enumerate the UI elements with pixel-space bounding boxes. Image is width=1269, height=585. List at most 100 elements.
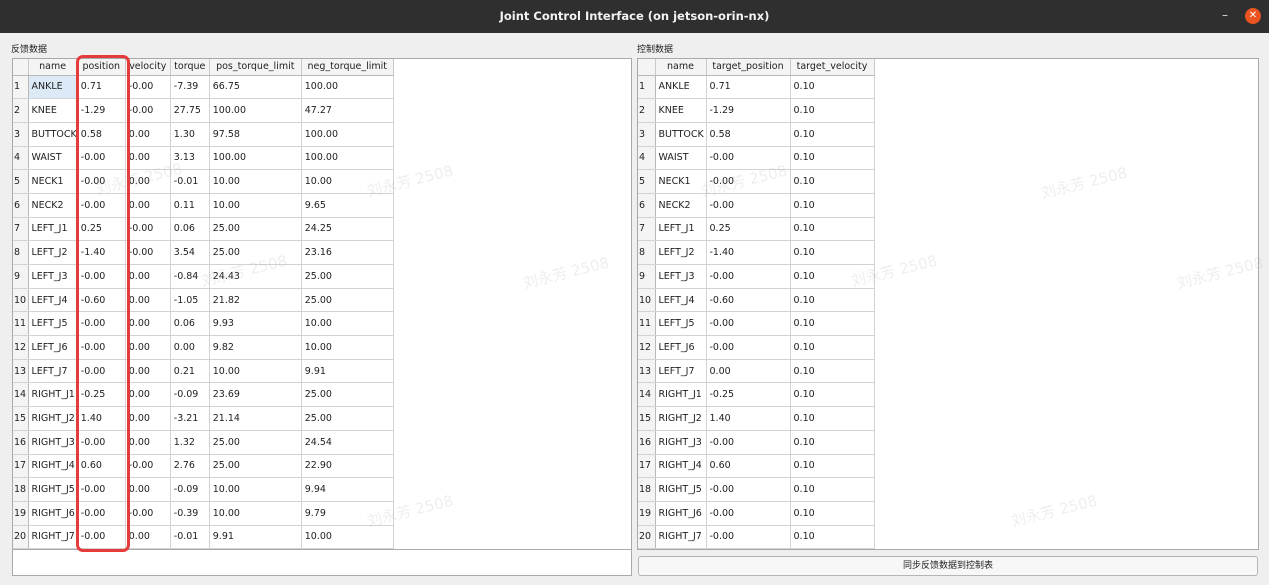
table-row[interactable]: 20 RIGHT_J7 -0.00 0.10 bbox=[638, 525, 875, 549]
table-corner[interactable] bbox=[638, 59, 656, 76]
feedback-cell-name[interactable]: BUTTOCK bbox=[28, 122, 78, 147]
feedback-cell-torque[interactable]: 1.30 bbox=[170, 122, 210, 147]
table-row[interactable]: 5 NECK1 -0.00 0.00 -0.01 10.00 10.00 bbox=[13, 169, 394, 194]
control-cell-target-velocity[interactable]: 0.10 bbox=[790, 193, 875, 218]
table-row[interactable]: 11 LEFT_J5 -0.00 0.10 bbox=[638, 311, 875, 337]
feedback-cell-pos-torque-limit[interactable]: 9.82 bbox=[209, 335, 302, 360]
row-number[interactable]: 7 bbox=[638, 217, 656, 242]
control-cell-target-position[interactable]: 0.71 bbox=[706, 75, 791, 100]
row-number[interactable]: 19 bbox=[13, 501, 29, 526]
feedback-cell-torque[interactable]: -0.01 bbox=[170, 169, 210, 194]
feedback-cell-torque[interactable]: 0.00 bbox=[170, 335, 210, 360]
control-cell-name[interactable]: RIGHT_J4 bbox=[655, 454, 707, 479]
control-cell-target-velocity[interactable]: 0.10 bbox=[790, 217, 875, 242]
feedback-cell-position[interactable]: 0.71 bbox=[77, 75, 126, 100]
row-number[interactable]: 5 bbox=[638, 169, 656, 194]
row-number[interactable]: 14 bbox=[13, 382, 29, 408]
feedback-cell-neg-torque-limit[interactable]: 24.54 bbox=[301, 430, 394, 455]
feedback-cell-name[interactable]: LEFT_J2 bbox=[28, 240, 78, 265]
control-cell-target-position[interactable]: 0.00 bbox=[706, 359, 791, 384]
control-cell-target-position[interactable]: -0.00 bbox=[706, 525, 791, 549]
feedback-table-frame[interactable]: name position velocity torque pos_torque_lim… bbox=[12, 58, 632, 550]
table-row[interactable]: 3 BUTTOCK 0.58 0.00 1.30 97.58 100.00 bbox=[13, 122, 394, 147]
feedback-cell-torque[interactable]: -0.39 bbox=[170, 501, 210, 526]
table-row[interactable]: 18 RIGHT_J5 -0.00 0.10 bbox=[638, 477, 875, 502]
feedback-cell-neg-torque-limit[interactable]: 10.00 bbox=[301, 525, 394, 549]
table-row[interactable]: 1 ANKLE 0.71 0.10 bbox=[638, 75, 875, 100]
row-number[interactable]: 19 bbox=[638, 501, 656, 526]
control-cell-target-velocity[interactable]: 0.10 bbox=[790, 525, 875, 549]
table-row[interactable]: 6 NECK2 -0.00 0.10 bbox=[638, 193, 875, 218]
feedback-cell-position[interactable]: -0.00 bbox=[77, 311, 126, 337]
control-cell-name[interactable]: LEFT_J4 bbox=[655, 288, 707, 313]
table-row[interactable]: 8 LEFT_J2 -1.40 -0.00 3.54 25.00 23.16 bbox=[13, 240, 394, 265]
feedback-cell-torque[interactable]: 0.11 bbox=[170, 193, 210, 218]
feedback-cell-torque[interactable]: 3.13 bbox=[170, 146, 210, 171]
feedback-cell-torque[interactable]: -1.05 bbox=[170, 288, 210, 313]
feedback-cell-neg-torque-limit[interactable]: 25.00 bbox=[301, 406, 394, 431]
table-row[interactable]: 2 KNEE -1.29 -0.00 27.75 100.00 47.27 bbox=[13, 98, 394, 123]
feedback-cell-pos-torque-limit[interactable]: 21.14 bbox=[209, 406, 302, 431]
row-number[interactable]: 1 bbox=[638, 75, 656, 100]
row-number[interactable]: 12 bbox=[13, 335, 29, 360]
table-row[interactable]: 16 RIGHT_J3 -0.00 0.00 1.32 25.00 24.54 bbox=[13, 430, 394, 455]
feedback-cell-neg-torque-limit[interactable]: 25.00 bbox=[301, 288, 394, 313]
control-cell-name[interactable]: WAIST bbox=[655, 146, 707, 171]
feedback-header-velocity[interactable]: velocity bbox=[125, 59, 171, 76]
control-cell-name[interactable]: LEFT_J1 bbox=[655, 217, 707, 242]
control-cell-target-position[interactable]: -0.00 bbox=[706, 477, 791, 502]
table-row[interactable]: 12 LEFT_J6 -0.00 0.10 bbox=[638, 335, 875, 360]
feedback-cell-name[interactable]: ANKLE bbox=[28, 75, 78, 100]
control-cell-target-velocity[interactable]: 0.10 bbox=[790, 75, 875, 100]
control-cell-name[interactable]: BUTTOCK bbox=[655, 122, 707, 147]
feedback-cell-position[interactable]: -0.00 bbox=[77, 169, 126, 194]
table-row[interactable]: 18 RIGHT_J5 -0.00 0.00 -0.09 10.00 9.94 bbox=[13, 477, 394, 502]
feedback-cell-name[interactable]: LEFT_J6 bbox=[28, 335, 78, 360]
row-number[interactable]: 13 bbox=[638, 359, 656, 384]
feedback-cell-pos-torque-limit[interactable]: 9.91 bbox=[209, 525, 302, 549]
control-cell-name[interactable]: ANKLE bbox=[655, 75, 707, 100]
row-number[interactable]: 7 bbox=[13, 217, 29, 242]
feedback-cell-pos-torque-limit[interactable]: 25.00 bbox=[209, 430, 302, 455]
control-cell-name[interactable]: RIGHT_J2 bbox=[655, 406, 707, 431]
feedback-cell-velocity[interactable]: 0.00 bbox=[125, 477, 171, 502]
table-row[interactable]: 6 NECK2 -0.00 0.00 0.11 10.00 9.65 bbox=[13, 193, 394, 218]
feedback-cell-neg-torque-limit[interactable]: 10.00 bbox=[301, 335, 394, 360]
control-cell-target-velocity[interactable]: 0.10 bbox=[790, 430, 875, 455]
feedback-cell-torque[interactable]: 0.06 bbox=[170, 217, 210, 242]
row-number[interactable]: 16 bbox=[638, 430, 656, 455]
row-number[interactable]: 12 bbox=[638, 335, 656, 360]
control-cell-target-position[interactable]: -0.00 bbox=[706, 335, 791, 360]
sync-feedback-to-control-button[interactable]: 同步反馈数据到控制表 bbox=[638, 556, 1258, 576]
control-cell-target-velocity[interactable]: 0.10 bbox=[790, 501, 875, 526]
feedback-cell-name[interactable]: WAIST bbox=[28, 146, 78, 171]
row-number[interactable]: 15 bbox=[13, 406, 29, 431]
table-row[interactable]: 3 BUTTOCK 0.58 0.10 bbox=[638, 122, 875, 147]
feedback-cell-velocity[interactable]: -0.00 bbox=[125, 454, 171, 479]
feedback-cell-position[interactable]: 1.40 bbox=[77, 406, 126, 431]
table-row[interactable]: 17 RIGHT_J4 0.60 0.10 bbox=[638, 454, 875, 479]
row-number[interactable]: 20 bbox=[638, 525, 656, 549]
table-row[interactable]: 20 RIGHT_J7 -0.00 0.00 -0.01 9.91 10.00 bbox=[13, 525, 394, 549]
table-row[interactable]: 14 RIGHT_J1 -0.25 0.10 bbox=[638, 382, 875, 408]
feedback-cell-velocity[interactable]: 0.00 bbox=[125, 193, 171, 218]
control-cell-target-velocity[interactable]: 0.10 bbox=[790, 359, 875, 384]
row-number[interactable]: 9 bbox=[638, 264, 656, 289]
row-number[interactable]: 8 bbox=[638, 240, 656, 265]
feedback-cell-velocity[interactable]: 0.00 bbox=[125, 169, 171, 194]
feedback-cell-pos-torque-limit[interactable]: 10.00 bbox=[209, 477, 302, 502]
control-cell-name[interactable]: NECK1 bbox=[655, 169, 707, 194]
table-row[interactable]: 1 ANKLE 0.71 -0.00 -7.39 66.75 100.00 bbox=[13, 75, 394, 100]
feedback-table[interactable]: name position velocity torque pos_torque_lim… bbox=[13, 59, 394, 549]
feedback-cell-velocity[interactable]: 0.00 bbox=[125, 359, 171, 384]
row-number[interactable]: 5 bbox=[13, 169, 29, 194]
feedback-cell-torque[interactable]: 3.54 bbox=[170, 240, 210, 265]
feedback-cell-velocity[interactable]: 0.00 bbox=[125, 146, 171, 171]
control-cell-target-position[interactable]: 0.25 bbox=[706, 217, 791, 242]
feedback-cell-velocity[interactable]: -0.00 bbox=[125, 501, 171, 526]
minimize-icon[interactable]: – bbox=[1217, 7, 1233, 23]
control-cell-target-position[interactable]: -0.00 bbox=[706, 264, 791, 289]
control-cell-target-position[interactable]: -0.00 bbox=[706, 311, 791, 337]
feedback-cell-pos-torque-limit[interactable]: 24.43 bbox=[209, 264, 302, 289]
control-cell-name[interactable]: LEFT_J6 bbox=[655, 335, 707, 360]
